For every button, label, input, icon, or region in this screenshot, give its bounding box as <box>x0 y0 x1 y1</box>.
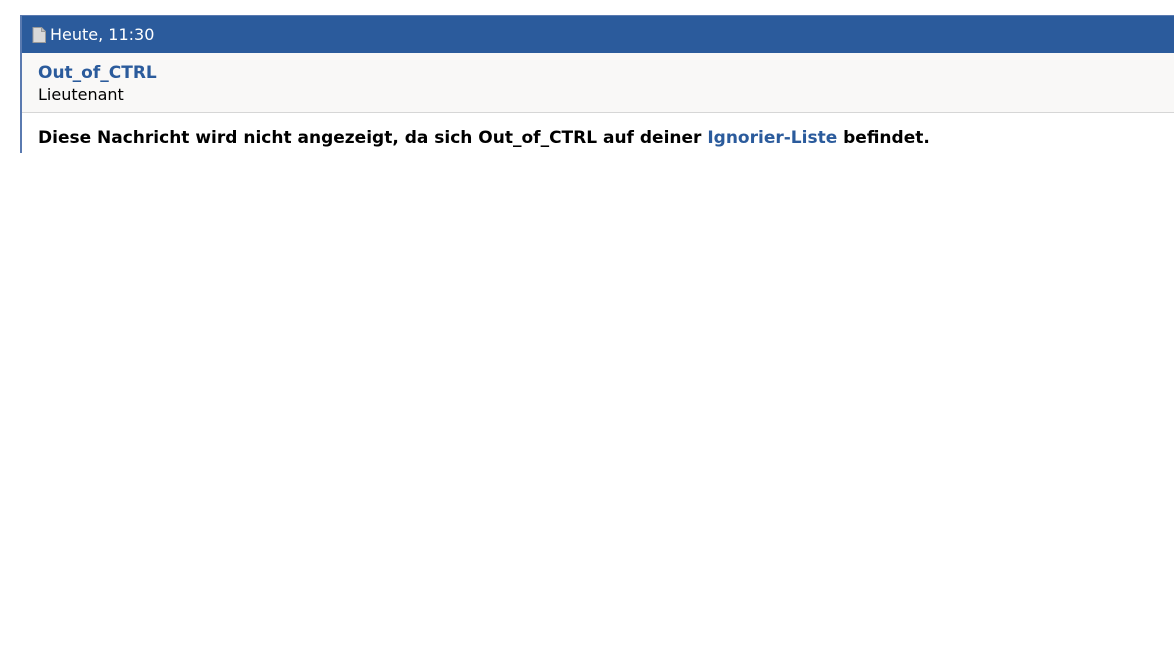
ignored-message-notice: Diese Nachricht wird nicht angezeigt, da… <box>22 113 1174 148</box>
document-icon <box>32 26 46 43</box>
notice-text-after: befindet. <box>837 128 930 148</box>
author-name-link[interactable]: Out_of_CTRL <box>38 62 1174 84</box>
post-timestamp: Heute, 11:30 <box>50 25 155 44</box>
author-rank: Lieutenant <box>38 85 124 104</box>
notice-text-before: Diese Nachricht wird nicht angezeigt, da… <box>38 128 708 148</box>
user-info-bar: Out_of_CTRL Lieutenant <box>22 53 1174 113</box>
post-container: Heute, 11:30 Out_of_CTRL Lieutenant Dies… <box>20 15 1174 153</box>
post-header: Heute, 11:30 <box>22 16 1174 53</box>
ignore-list-link[interactable]: Ignorier-Liste <box>707 128 837 148</box>
